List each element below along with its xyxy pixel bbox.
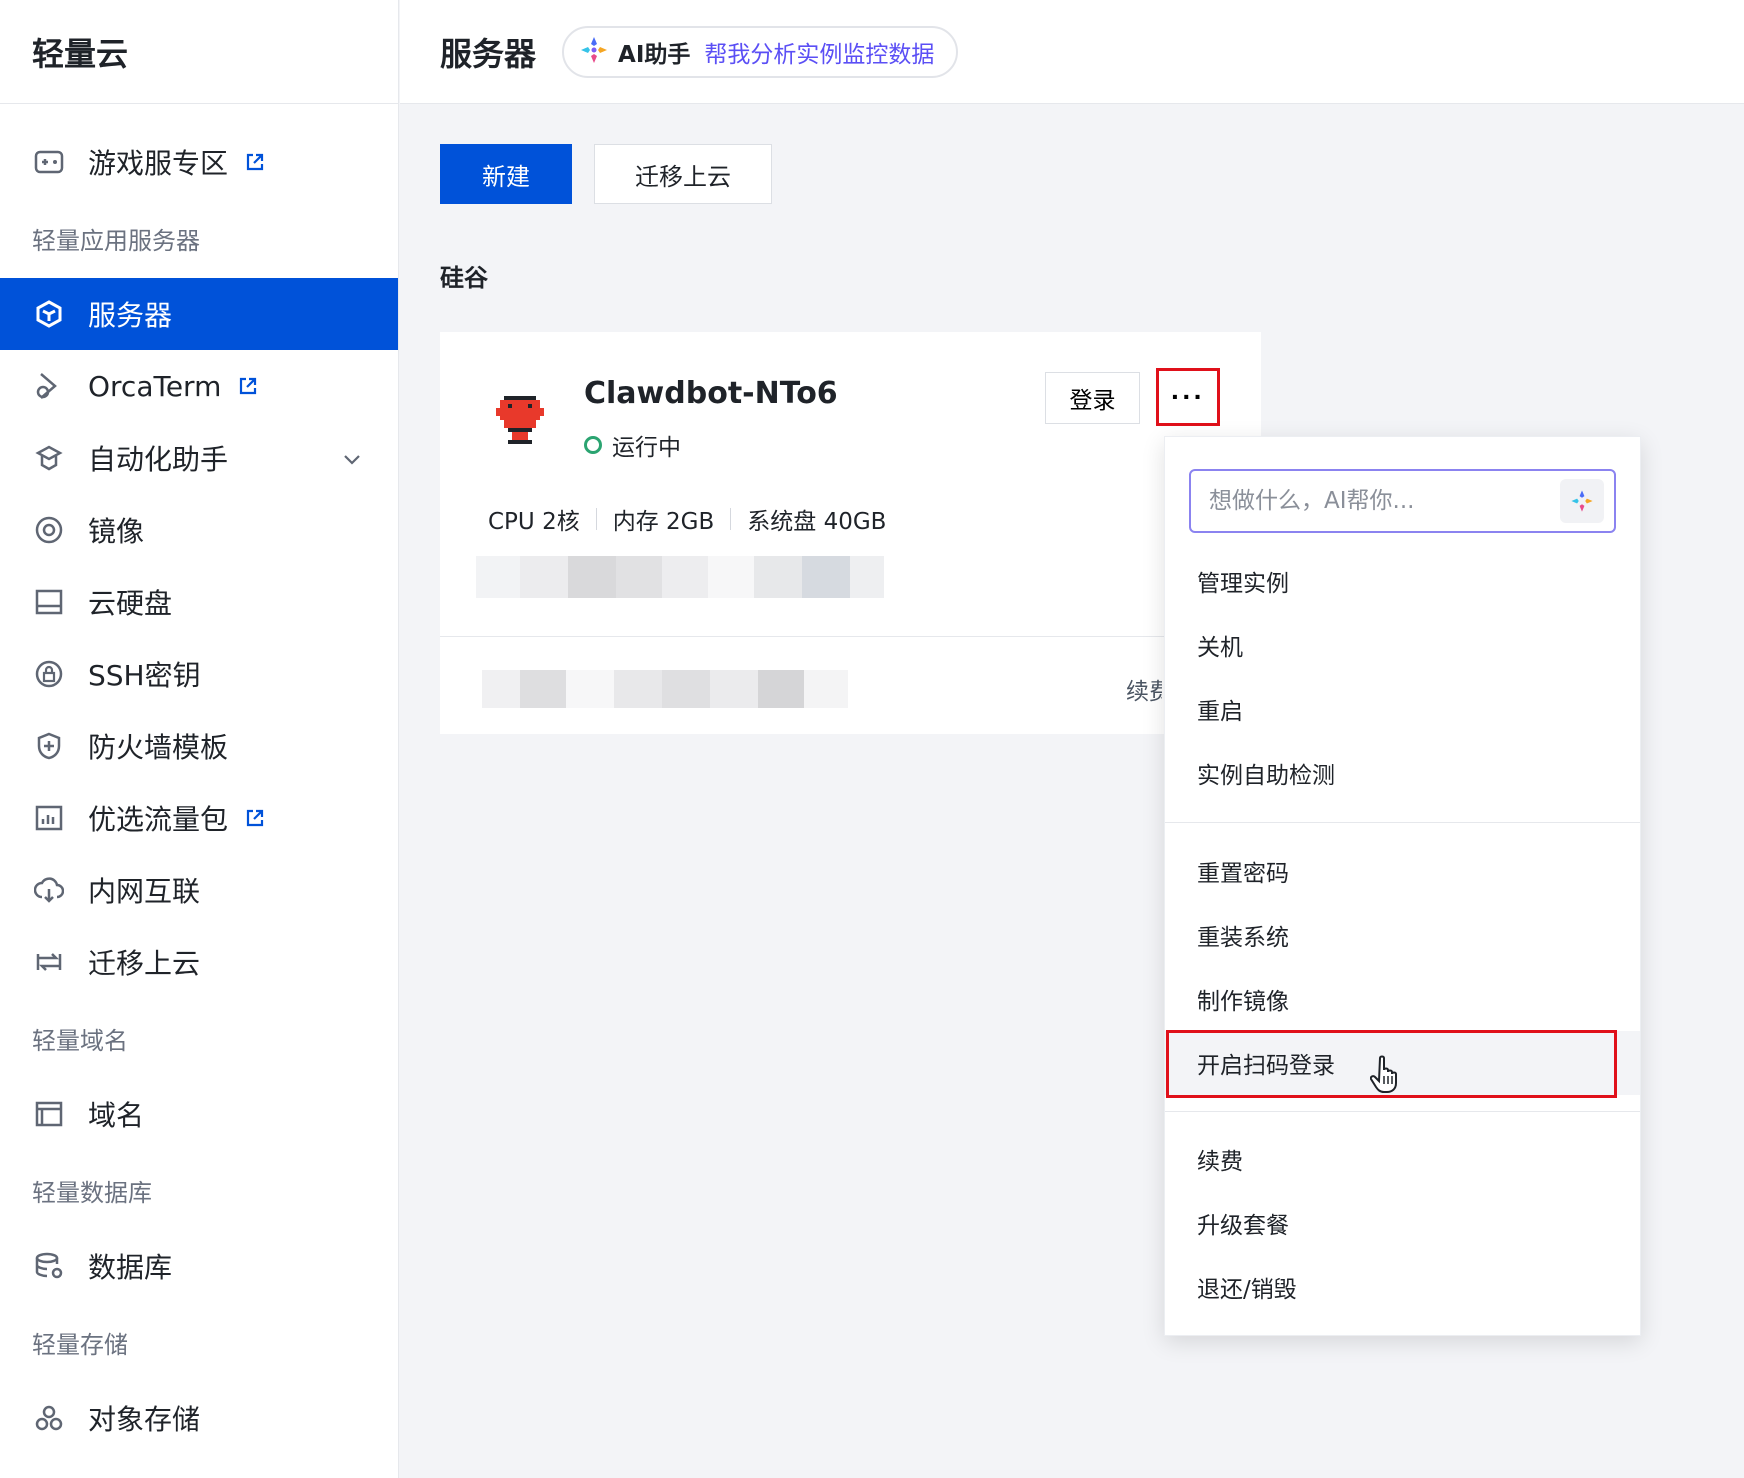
menu-divider	[1165, 822, 1640, 823]
ai-sparkle-icon[interactable]	[1560, 479, 1604, 523]
ai-assistant-label: AI助手	[618, 41, 691, 68]
sidebar-group-lighthouse: 轻量应用服务器	[32, 226, 200, 255]
brand-title: 轻量云	[0, 0, 398, 104]
ai-sparkle-icon	[578, 34, 610, 70]
sidebar-item-server[interactable]: 服务器	[0, 278, 398, 350]
external-link-icon	[244, 151, 266, 173]
chevron-down-icon[interactable]	[340, 446, 364, 470]
spec-cpu: CPU 2核	[488, 509, 580, 535]
sidebar-item-intranet[interactable]: 内网互联	[0, 854, 398, 926]
card-divider	[440, 636, 1261, 637]
redacted-ip-address	[476, 556, 884, 598]
lobster-avatar-icon	[488, 388, 552, 452]
instance-specs: CPU 2核 内存 2GB 系统盘 40GB	[488, 502, 886, 536]
instance-name[interactable]: Clawdbot-NTo6	[584, 376, 838, 411]
domain-window-icon	[32, 1097, 66, 1131]
sidebar-item-game-server[interactable]: 游戏服专区	[0, 126, 398, 198]
sidebar-item-image[interactable]: 镜像	[0, 494, 398, 566]
sidebar-item-domain[interactable]: 域名	[0, 1078, 398, 1150]
sidebar-item-firewall[interactable]: 防火墙模板	[0, 710, 398, 782]
more-actions-button[interactable]: ···	[1156, 368, 1220, 426]
sidebar-item-label: 数据库	[88, 1251, 173, 1284]
sidebar-item-label: 对象存储	[88, 1403, 201, 1436]
hand-cursor-icon	[1369, 1054, 1404, 1094]
sidebar-item-label: 优选流量包	[88, 803, 229, 836]
sidebar-item-label: 游戏服专区	[88, 147, 229, 180]
sidebar-item-database[interactable]: 数据库	[0, 1230, 398, 1302]
menu-item-create-image[interactable]: 制作镜像	[1165, 967, 1640, 1031]
server-cube-icon	[32, 297, 66, 331]
migrate-button[interactable]: 迁移上云	[594, 144, 772, 204]
sidebar-item-orcaterm[interactable]: OrcaTerm	[0, 350, 398, 422]
sidebar-item-migrate[interactable]: 迁移上云	[0, 926, 398, 998]
sidebar-item-ssh-key[interactable]: SSH密钥	[0, 638, 398, 710]
spec-disk: 系统盘 40GB	[747, 509, 887, 535]
menu-item-manage-instance[interactable]: 管理实例	[1165, 549, 1640, 613]
menu-item-self-check[interactable]: 实例自助检测	[1165, 741, 1640, 805]
sidebar-item-label: 服务器	[88, 299, 173, 332]
sidebar-item-label: OrcaTerm	[88, 369, 222, 403]
spec-separator	[730, 508, 732, 530]
sidebar-item-label: 内网互联	[88, 875, 201, 908]
traffic-package-icon	[32, 801, 66, 835]
new-instance-button[interactable]: 新建	[440, 144, 572, 204]
sidebar-item-label: 迁移上云	[88, 947, 201, 980]
ai-search-input[interactable]	[1209, 488, 1549, 514]
more-actions-menu: 管理实例 关机 重启 实例自助检测 重置密码 重装系统 制作镜像 开启扫码登录 …	[1164, 436, 1641, 1336]
sidebar-item-label: 云硬盘	[88, 587, 173, 620]
sidebar-item-automation[interactable]: 自动化助手	[0, 422, 398, 494]
ai-menu-search[interactable]	[1189, 469, 1616, 533]
sidebar-group-storage: 轻量存储	[32, 1330, 128, 1359]
external-link-icon	[244, 807, 266, 829]
cloud-disk-icon	[32, 585, 66, 619]
sidebar: 轻量云 游戏服专区 轻量应用服务器 服务器 OrcaTerm 自动化助手 镜像 …	[0, 0, 399, 1478]
firewall-shield-icon	[32, 729, 66, 763]
sidebar-item-cloud-disk[interactable]: 云硬盘	[0, 566, 398, 638]
object-storage-icon	[32, 1401, 66, 1435]
ai-suggestion-link[interactable]: 帮我分析实例监控数据	[704, 35, 934, 69]
ssh-key-icon	[32, 657, 66, 691]
sidebar-item-object-storage[interactable]: 对象存储	[0, 1382, 398, 1454]
image-disc-icon	[32, 513, 66, 547]
ai-assistant-pill[interactable]: AI助手 帮我分析实例监控数据	[562, 25, 959, 78]
sidebar-item-traffic-package[interactable]: 优选流量包	[0, 782, 398, 854]
status-text: 运行中	[612, 435, 681, 461]
sidebar-group-database: 轻量数据库	[32, 1178, 152, 1207]
external-link-icon	[237, 375, 259, 397]
side-nav: 游戏服专区 轻量应用服务器 服务器 OrcaTerm 自动化助手 镜像 云硬盘 …	[0, 104, 398, 1454]
page-header: 服务器 AI助手 帮我分析实例监控数据	[400, 0, 1744, 104]
region-label: 硅谷	[440, 264, 488, 292]
menu-item-reinstall-system[interactable]: 重装系统	[1165, 903, 1640, 967]
menu-item-upgrade-plan[interactable]: 升级套餐	[1165, 1191, 1640, 1255]
sidebar-item-label: 镜像	[88, 515, 145, 548]
migrate-icon	[32, 945, 66, 979]
sidebar-item-label: 防火墙模板	[88, 731, 229, 764]
menu-item-renew[interactable]: 续费	[1165, 1127, 1640, 1191]
sidebar-group-domain: 轻量域名	[32, 1026, 128, 1055]
menu-item-return-destroy[interactable]: 退还/销毁	[1165, 1255, 1640, 1319]
redacted-expiry-info	[482, 670, 848, 708]
menu-divider	[1165, 1111, 1640, 1112]
instance-card[interactable]: Clawdbot-NTo6 运行中 登录 ··· CPU 2核 内存 2GB 系…	[440, 332, 1261, 734]
automation-icon	[32, 441, 66, 475]
spec-separator	[595, 508, 597, 530]
sidebar-item-label: 自动化助手	[88, 443, 229, 476]
gamepad-icon	[32, 145, 66, 179]
database-icon	[32, 1249, 66, 1283]
menu-item-shutdown[interactable]: 关机	[1165, 613, 1640, 677]
renew-link[interactable]: 续费	[1126, 672, 1162, 706]
sidebar-item-label: 域名	[88, 1099, 145, 1132]
menu-item-reset-password[interactable]: 重置密码	[1165, 839, 1640, 903]
instance-status: 运行中	[584, 428, 681, 462]
spec-memory: 内存 2GB	[612, 509, 715, 535]
intranet-icon	[32, 873, 66, 907]
login-button[interactable]: 登录	[1045, 372, 1140, 424]
orcaterm-icon	[32, 369, 66, 403]
menu-item-restart[interactable]: 重启	[1165, 677, 1640, 741]
sidebar-item-label: SSH密钥	[88, 659, 201, 692]
status-running-icon	[584, 436, 602, 454]
page-title: 服务器	[440, 34, 537, 73]
